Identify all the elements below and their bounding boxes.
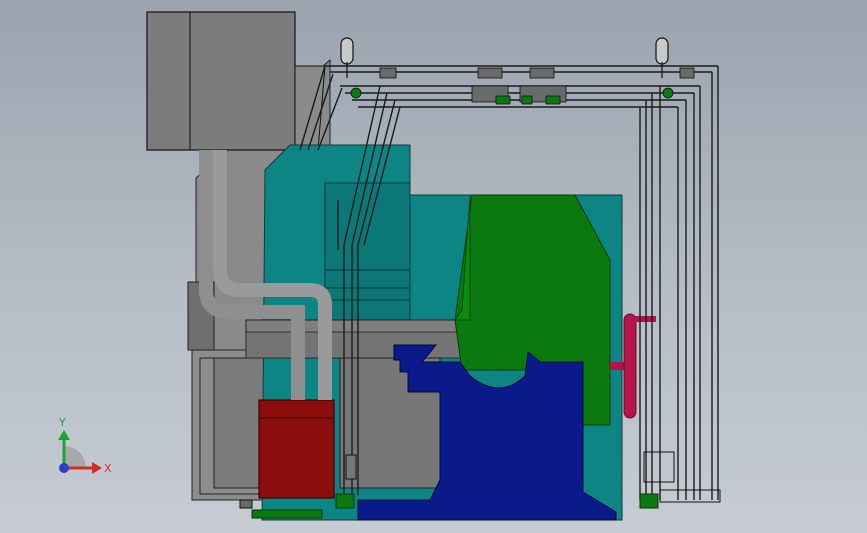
x-axis-label: X bbox=[104, 462, 112, 475]
y-axis-label: Y bbox=[58, 416, 66, 429]
cad-viewport[interactable]: Y X bbox=[0, 0, 867, 533]
assembly-view[interactable]: Y X bbox=[0, 0, 867, 533]
coordinate-triad: Y X bbox=[58, 416, 112, 475]
electrical-cabinet[interactable] bbox=[146, 11, 326, 151]
